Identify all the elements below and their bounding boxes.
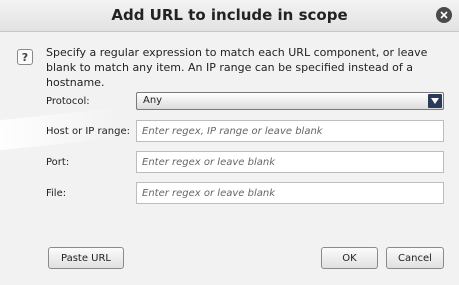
- port-label: Port:: [46, 157, 70, 168]
- protocol-label: Protocol:: [46, 96, 90, 107]
- host-label: Host or IP range:: [46, 126, 130, 137]
- dialog-description: Specify a regular expression to match ea…: [46, 46, 428, 89]
- close-icon[interactable]: [436, 7, 452, 23]
- protocol-select[interactable]: Any: [136, 92, 444, 110]
- port-input[interactable]: [136, 151, 444, 173]
- ok-button[interactable]: OK: [321, 247, 378, 269]
- host-input[interactable]: [136, 120, 444, 142]
- dialog-title: Add URL to include in scope: [111, 6, 348, 24]
- chevron-down-icon[interactable]: [428, 94, 442, 108]
- protocol-selected-value: Any: [143, 95, 163, 106]
- paste-url-button[interactable]: Paste URL: [48, 247, 124, 269]
- help-icon: ?: [17, 49, 33, 65]
- file-label: File:: [46, 188, 67, 199]
- dialog-titlebar: Add URL to include in scope: [0, 0, 459, 32]
- file-input[interactable]: [136, 182, 444, 204]
- cancel-button[interactable]: Cancel: [386, 247, 444, 269]
